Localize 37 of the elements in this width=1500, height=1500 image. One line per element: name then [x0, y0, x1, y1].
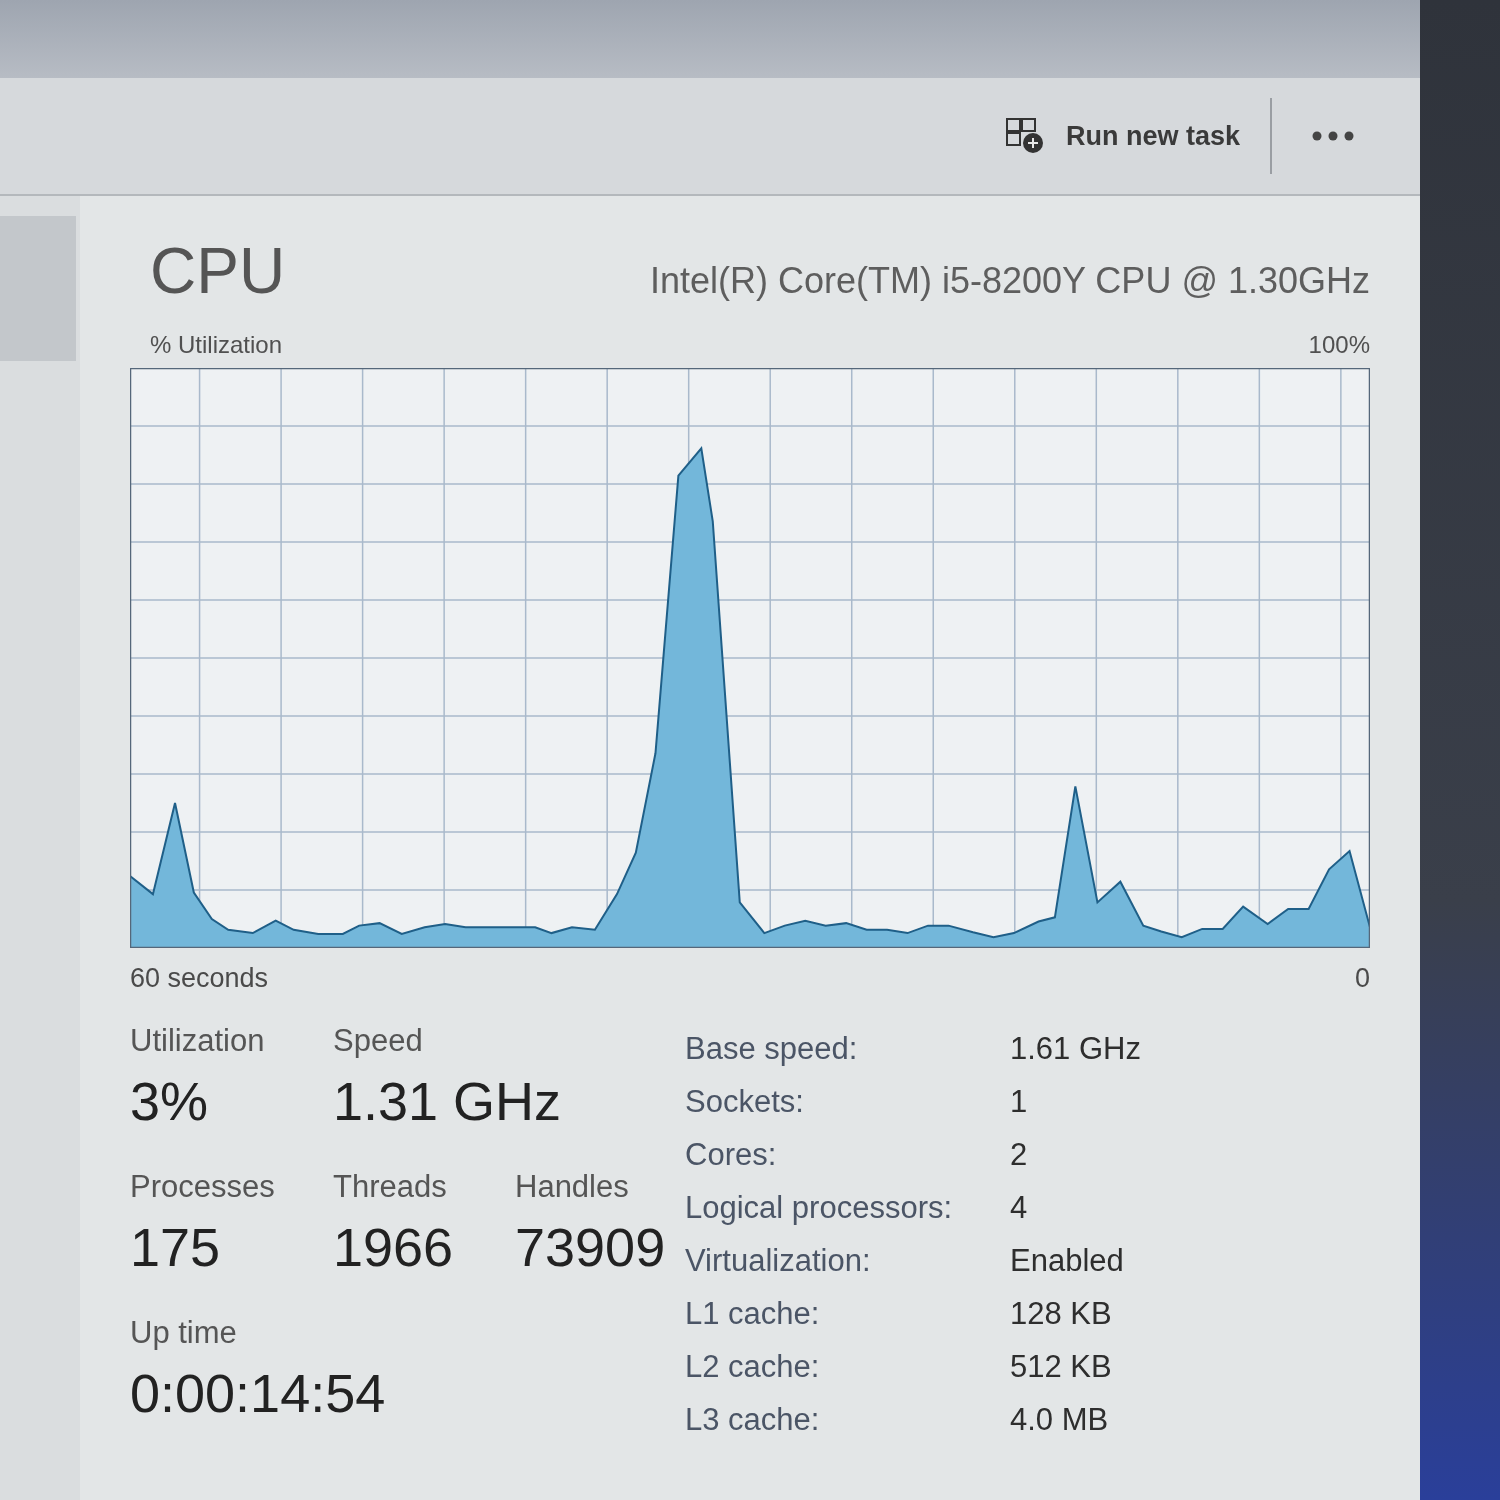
more-icon [1312, 131, 1354, 141]
detail-label: Base speed: [685, 1030, 858, 1067]
detail-value: 4.0 MB [1010, 1401, 1109, 1438]
detail-value: 1 [1010, 1083, 1028, 1120]
graph-end-label: 0 [1354, 962, 1370, 994]
detail-value: 4 [1010, 1189, 1028, 1226]
run-new-task-button[interactable]: Run new task [999, 110, 1246, 162]
processor-name: Intel(R) Core(TM) i5-8200Y CPU @ 1.30GHz [649, 259, 1370, 303]
stat-label: Utilization [130, 1022, 265, 1060]
detail-label: L1 cache: [685, 1295, 820, 1332]
stat-value: 0:00:14:54 [130, 1362, 386, 1425]
stat-value: 1966 [333, 1216, 454, 1279]
detail-label: L3 cache: [685, 1401, 820, 1438]
graph-y-label: % Utilization [150, 330, 283, 360]
graph-max-label: 100% [1308, 330, 1370, 360]
detail-label: Cores: [685, 1136, 777, 1173]
new-task-icon [1005, 118, 1044, 154]
stat-value: 1.31 GHz [333, 1070, 562, 1133]
stat-label: Up time [130, 1314, 237, 1352]
stat-value: 3% [130, 1070, 209, 1133]
detail-label: Logical processors: [685, 1189, 953, 1226]
stat-label: Speed [333, 1022, 423, 1060]
detail-value: 2 [1010, 1136, 1028, 1173]
detail-label: Virtualization: [685, 1242, 871, 1279]
stat-value: 175 [130, 1216, 221, 1279]
stat-label: Handles [515, 1168, 629, 1206]
stat-label: Threads [333, 1168, 447, 1206]
section-title: CPU [150, 234, 286, 308]
detail-value: 128 KB [1010, 1295, 1112, 1332]
detail-label: Sockets: [685, 1083, 804, 1120]
detail-value: Enabled [1010, 1242, 1124, 1279]
detail-label: L2 cache: [685, 1348, 820, 1385]
graph-time-label: 60 seconds [130, 962, 269, 994]
detail-value: 512 KB [1010, 1348, 1112, 1385]
stat-value: 73909 [515, 1216, 666, 1279]
detail-value: 1.61 GHz [1010, 1030, 1141, 1067]
stat-label: Processes [130, 1168, 275, 1206]
